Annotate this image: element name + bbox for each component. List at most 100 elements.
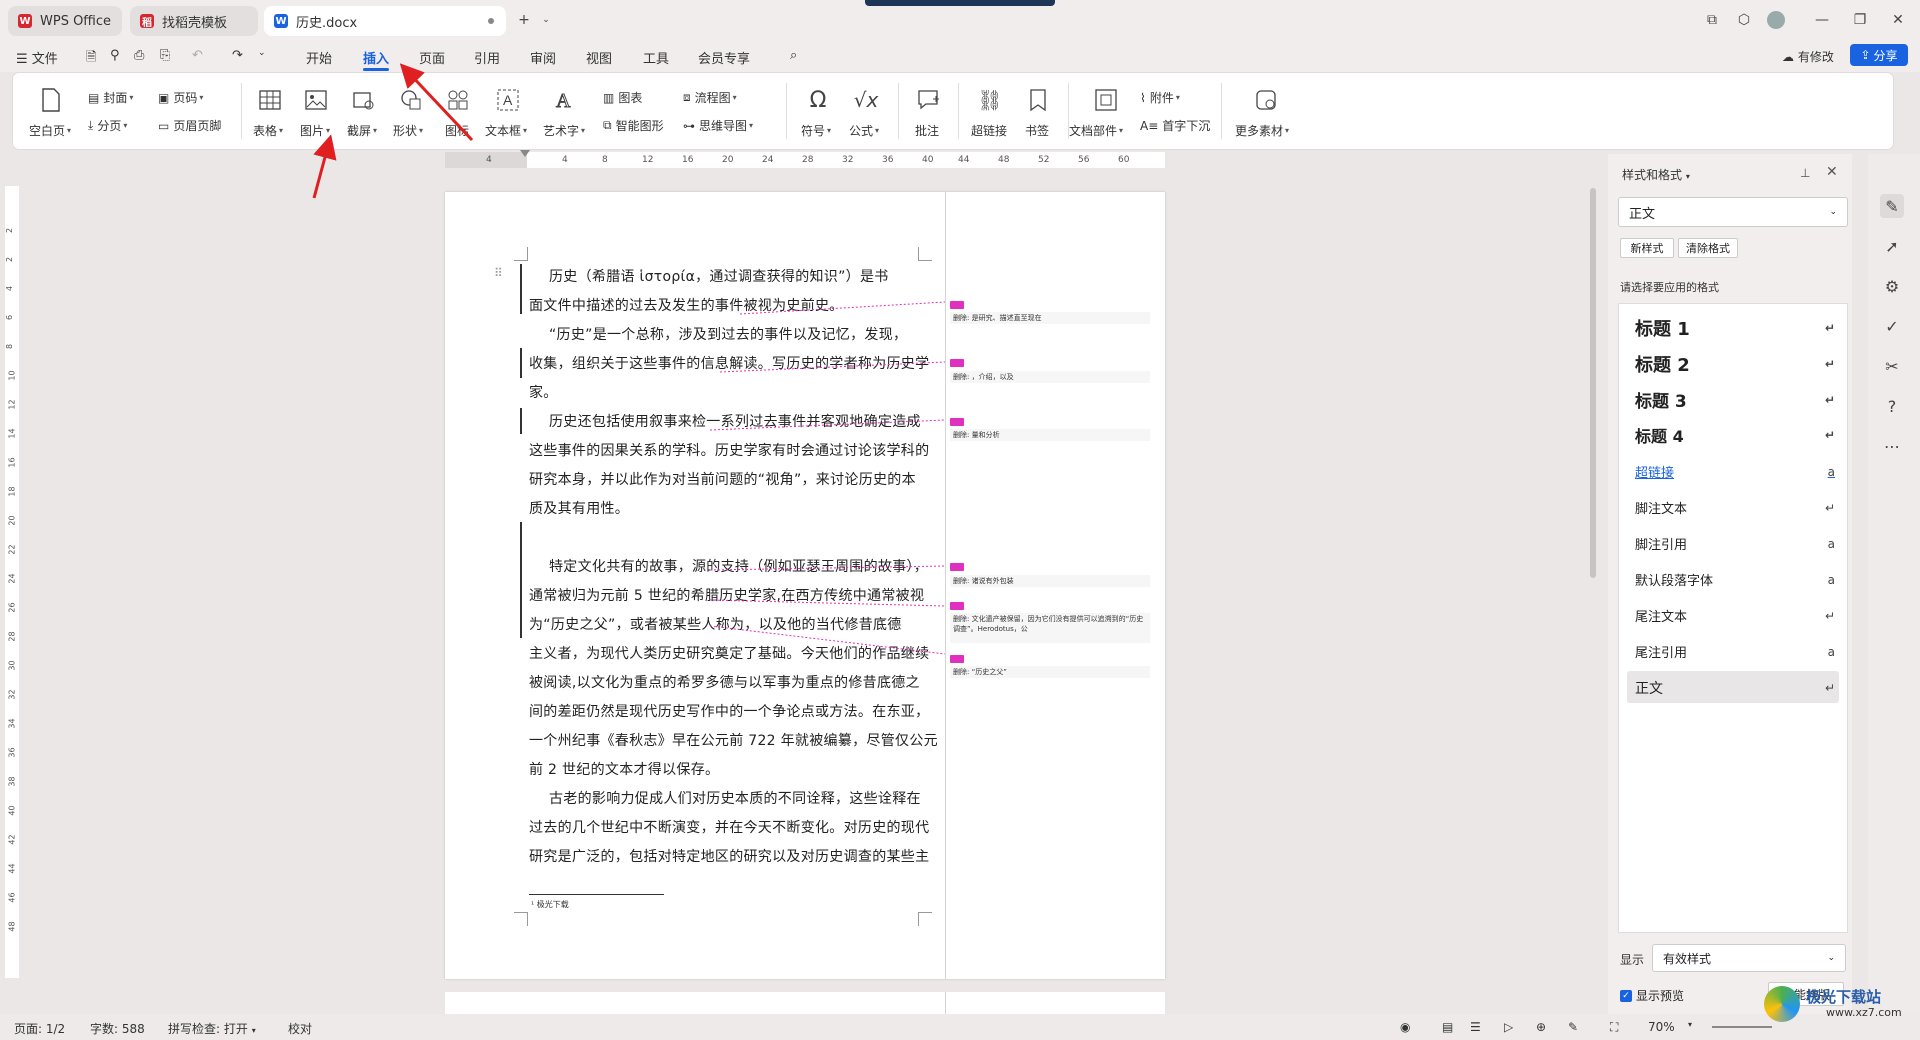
formula-icon[interactable]: √x <box>853 87 879 113</box>
page-break-button[interactable]: ⤓ 分页 ▾ <box>88 117 127 134</box>
menu-view[interactable]: 视图 <box>586 48 612 67</box>
style-pen-icon[interactable]: ✎ <box>1880 194 1904 218</box>
cover-button[interactable]: ▤ 封面 ▾ <box>88 89 133 106</box>
dropcap-button[interactable]: A≡ 首字下沉 <box>1140 117 1210 134</box>
more-icon[interactable]: ⋯ <box>1880 434 1904 458</box>
chart-button[interactable]: ▥ 图表 <box>603 89 642 106</box>
mindmap-button[interactable]: ⊶ 思维导图 ▾ <box>683 117 753 134</box>
select-arrow-icon[interactable]: ➚ <box>1880 234 1904 258</box>
write-icon[interactable]: ✎ <box>1568 1020 1578 1034</box>
page-number-button[interactable]: ▣ 页码 ▾ <box>158 89 203 106</box>
style-default-font[interactable]: 默认段落字体 a <box>1635 570 1835 590</box>
hyperlink-button[interactable]: 超链接 <box>971 122 1007 139</box>
deletion-balloon[interactable]: 删除: 量和分析 <box>950 429 1150 441</box>
export-icon[interactable]: ⚲ <box>110 48 120 63</box>
adjust-icon[interactable]: ⚙ <box>1880 274 1904 298</box>
file-menu[interactable]: ☰ 文件 <box>16 48 58 67</box>
tab-document[interactable]: W 历史.docx <box>264 6 506 36</box>
redo-icon[interactable]: ↷ <box>232 48 243 63</box>
tools-icon[interactable]: ✂ <box>1880 354 1904 378</box>
header-footer-button[interactable]: ▭ 页眉页脚 <box>158 117 221 134</box>
web-view-icon[interactable]: ⊕ <box>1536 1020 1546 1034</box>
style-hyperlink[interactable]: 超链接 a <box>1635 462 1835 482</box>
flowchart-button[interactable]: ⧈ 流程图 ▾ <box>683 89 737 106</box>
panel-title[interactable]: 样式和格式 ▾ <box>1622 166 1690 183</box>
hyperlink-icon[interactable]: ⛓ <box>977 87 1003 113</box>
doc-parts-button[interactable]: 文档部件 ▾ <box>1069 122 1123 139</box>
new-tab-icon[interactable]: + <box>514 10 534 30</box>
preview-icon[interactable]: ⎘ <box>160 48 170 63</box>
more-quick-icon[interactable]: ⌄ <box>258 48 266 58</box>
word-count[interactable]: 字数: 588 <box>90 1020 145 1037</box>
share-button[interactable]: ⇪ 分享 <box>1850 44 1908 66</box>
indent-marker-icon[interactable] <box>520 150 530 157</box>
menu-review[interactable]: 审阅 <box>530 48 556 67</box>
table-button[interactable]: 表格 ▾ <box>253 122 283 139</box>
style-heading-3[interactable]: 标题 3 ↵ <box>1635 387 1835 412</box>
symbol-button[interactable]: 符号 ▾ <box>801 122 831 139</box>
undo-icon[interactable]: ↶ <box>192 48 203 63</box>
deletion-balloon[interactable]: 删除: “历史之父” <box>950 666 1150 678</box>
blank-page-icon[interactable] <box>38 87 64 113</box>
wordart-button[interactable]: 艺术字 ▾ <box>543 122 585 139</box>
deletion-balloon[interactable]: 删除: 文化遗产被保留，因为它们没有提供可以追溯到的“历史调查”。Herodot… <box>950 613 1150 643</box>
fit-icon[interactable]: ⛶ <box>1610 1020 1618 1035</box>
outline-view-icon[interactable]: ☰ <box>1470 1020 1481 1034</box>
tab-list-icon[interactable]: ⌄ <box>536 10 556 30</box>
panel-close-icon[interactable]: ✕ <box>1826 164 1838 180</box>
style-endnote-text[interactable]: 尾注文本 ↵ <box>1635 606 1835 626</box>
play-icon[interactable]: ▷ <box>1504 1020 1513 1034</box>
review-icon[interactable]: ✓ <box>1880 314 1904 338</box>
attachment-button[interactable]: ⌇ 附件 ▾ <box>1140 89 1180 106</box>
style-endnote-ref[interactable]: 尾注引用 a <box>1635 642 1835 662</box>
menu-member[interactable]: 会员专享 <box>698 48 750 67</box>
new-style-button[interactable]: 新样式 <box>1620 238 1674 258</box>
zoom-level[interactable]: 70% <box>1648 1020 1675 1034</box>
zoom-dropdown-icon[interactable]: ▾ <box>1688 1020 1692 1029</box>
scrollbar-thumb[interactable] <box>1590 188 1596 578</box>
deletion-balloon[interactable]: 删除: 诸说有外包装 <box>950 575 1150 587</box>
unsaved-dot-icon[interactable] <box>488 18 494 24</box>
clear-format-button[interactable]: 清除格式 <box>1678 238 1738 258</box>
doc-parts-icon[interactable] <box>1093 87 1119 113</box>
comment-button[interactable]: 批注 <box>915 122 939 139</box>
window-layout-icon[interactable]: ⧉ <box>1702 10 1722 30</box>
help-icon[interactable]: ? <box>1880 394 1904 418</box>
formula-button[interactable]: 公式 ▾ <box>849 122 879 139</box>
avatar[interactable] <box>1766 10 1786 30</box>
drag-handle-icon[interactable]: ⠿ <box>494 266 503 280</box>
style-heading-4[interactable]: 标题 4 ↵ <box>1635 423 1835 447</box>
style-heading-2[interactable]: 标题 2 ↵ <box>1635 351 1835 377</box>
tab-wps-office[interactable]: W WPS Office <box>8 6 122 36</box>
proofread[interactable]: 校对 <box>288 1020 312 1037</box>
smartart-button[interactable]: ⧉ 智能图形 <box>603 117 664 134</box>
eye-icon[interactable]: ◉ <box>1400 1020 1410 1034</box>
wordart-icon[interactable]: A <box>551 87 577 113</box>
more-material-icon[interactable] <box>1253 87 1279 113</box>
deletion-balloon[interactable]: 删除: ，介绍，以及 <box>950 371 1150 383</box>
preview-checkbox[interactable]: ✓ 显示预览 <box>1620 987 1684 1004</box>
bookmark-icon[interactable] <box>1025 87 1051 113</box>
bookmark-button[interactable]: 书签 <box>1025 122 1049 139</box>
style-normal[interactable]: 正文 ↵ <box>1635 678 1835 698</box>
deletion-balloon[interactable]: 删除: 是研究、描述直至现在 <box>950 312 1150 324</box>
search-icon[interactable]: ⌕ <box>790 48 797 63</box>
blank-page-button[interactable]: 空白页 ▾ <box>29 122 71 139</box>
current-style-select[interactable]: 正文 ⌄ <box>1618 197 1848 227</box>
zoom-slider[interactable] <box>1712 1026 1772 1028</box>
style-footnote-text[interactable]: 脚注文本 ↵ <box>1635 498 1835 518</box>
comment-icon[interactable] <box>915 87 941 113</box>
save-icon[interactable]: 🗎 <box>86 48 96 70</box>
table-icon[interactable] <box>257 87 283 113</box>
minimize-icon[interactable]: — <box>1812 10 1832 30</box>
style-heading-1[interactable]: 标题 1 ↵ <box>1635 315 1835 341</box>
cube-icon[interactable]: ⬡ <box>1734 10 1754 30</box>
more-material-button[interactable]: 更多素材 ▾ <box>1235 122 1289 139</box>
page-indicator[interactable]: 页面: 1/2 <box>14 1020 65 1037</box>
show-select[interactable]: 有效样式 ⌄ <box>1652 944 1846 972</box>
modified-indicator[interactable]: ☁ 有修改 <box>1782 48 1834 65</box>
page-view-icon[interactable]: ▤ <box>1442 1020 1453 1034</box>
pin-icon[interactable]: ⊥ <box>1800 166 1810 180</box>
style-footnote-ref[interactable]: 脚注引用 a <box>1635 534 1835 554</box>
print-icon[interactable]: ⎙ <box>134 48 144 63</box>
